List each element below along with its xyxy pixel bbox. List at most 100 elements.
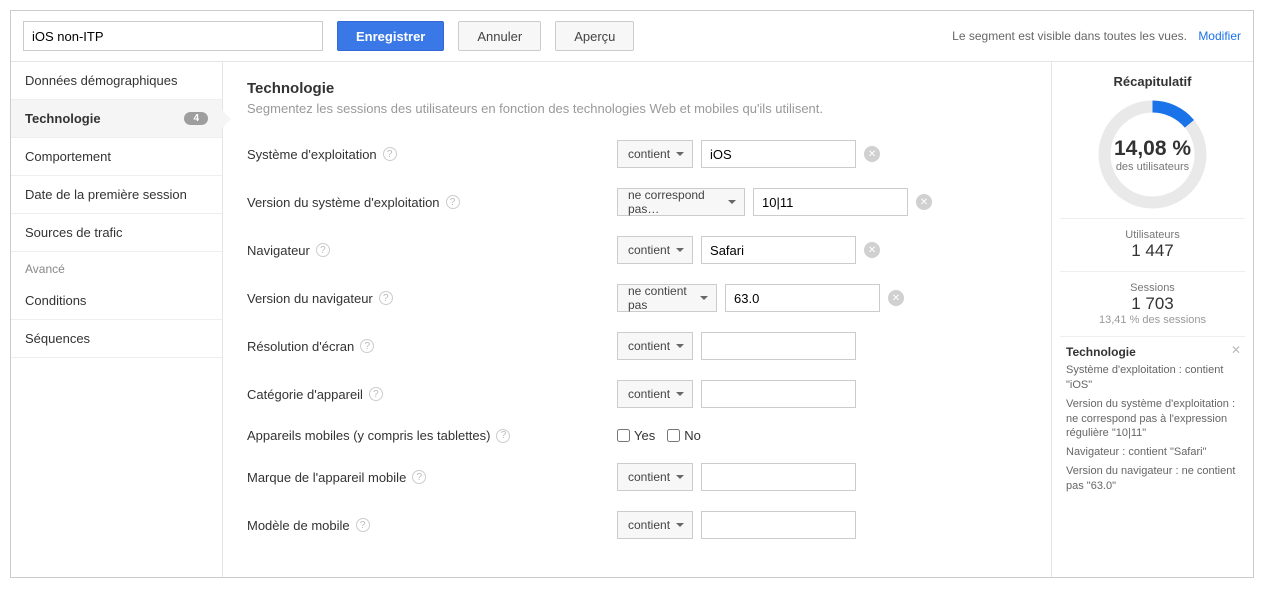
sidebar-group-advanced: Avancé bbox=[11, 252, 222, 282]
stat-label: Utilisateurs bbox=[1064, 229, 1241, 241]
sidebar-item-conditions[interactable]: Conditions bbox=[11, 282, 222, 320]
save-button[interactable]: Enregistrer bbox=[337, 21, 444, 51]
row-mobile-tablet: Appareils mobiles (y compris les tablett… bbox=[247, 428, 1027, 443]
op-select-device-cat[interactable]: contient bbox=[617, 380, 693, 408]
value-input-browser[interactable] bbox=[701, 236, 856, 264]
op-select-os-version[interactable]: ne correspond pas… bbox=[617, 188, 745, 216]
op-select-mobile-model[interactable]: contient bbox=[617, 511, 693, 539]
label-mobile-brand: Marque de l'appareil mobile bbox=[247, 470, 406, 485]
help-icon[interactable]: ? bbox=[496, 429, 510, 443]
row-mobile-brand: Marque de l'appareil mobile? contient bbox=[247, 463, 1027, 491]
value-input-mobile-model[interactable] bbox=[701, 511, 856, 539]
summary-pct: 14,08 % bbox=[1114, 137, 1191, 161]
value-input-mobile-brand[interactable] bbox=[701, 463, 856, 491]
filter-title: Technologie bbox=[1066, 345, 1239, 359]
row-screen-res: Résolution d'écran? contient bbox=[247, 332, 1027, 360]
visibility-label: Le segment est visible dans toutes les v… bbox=[952, 29, 1187, 43]
sidebar-item-first-session[interactable]: Date de la première session bbox=[11, 176, 222, 214]
stat-users: Utilisateurs 1 447 bbox=[1060, 218, 1245, 271]
segment-editor: Enregistrer Annuler Aperçu Le segment es… bbox=[10, 10, 1254, 578]
panel-subtitle: Segmentez les sessions des utilisateurs … bbox=[247, 101, 1027, 116]
summary-pct-label: des utilisateurs bbox=[1116, 161, 1189, 173]
help-icon[interactable]: ? bbox=[316, 243, 330, 257]
help-icon[interactable]: ? bbox=[446, 195, 460, 209]
row-os-version: Version du système d'exploitation? ne co… bbox=[247, 188, 1027, 216]
value-input-os-version[interactable] bbox=[753, 188, 908, 216]
help-icon[interactable]: ? bbox=[356, 518, 370, 532]
label-os-version: Version du système d'exploitation bbox=[247, 195, 440, 210]
checkbox-no-input[interactable] bbox=[667, 429, 680, 442]
op-select-browser[interactable]: contient bbox=[617, 236, 693, 264]
sidebar-item-label: Séquences bbox=[25, 331, 90, 346]
sidebar-item-label: Sources de trafic bbox=[25, 225, 123, 240]
op-select-browser-version[interactable]: ne contient pas bbox=[617, 284, 717, 312]
row-os: Système d'exploitation? contient ✕ bbox=[247, 140, 1027, 168]
value-input-browser-version[interactable] bbox=[725, 284, 880, 312]
checkbox-label: No bbox=[684, 428, 701, 443]
help-icon[interactable]: ? bbox=[360, 339, 374, 353]
sidebar-item-label: Date de la première session bbox=[25, 187, 187, 202]
sidebar-item-sequences[interactable]: Séquences bbox=[11, 320, 222, 358]
summary-donut: 14,08 % des utilisateurs bbox=[1095, 97, 1210, 212]
sidebar-item-label: Comportement bbox=[25, 149, 111, 164]
main-panel: Technologie Segmentez les sessions des u… bbox=[223, 62, 1051, 577]
op-select-mobile-brand[interactable]: contient bbox=[617, 463, 693, 491]
sidebar-item-behavior[interactable]: Comportement bbox=[11, 138, 222, 176]
sidebar-item-traffic[interactable]: Sources de trafic bbox=[11, 214, 222, 252]
summary-panel: Récapitulatif 14,08 % des utilisateurs U… bbox=[1051, 62, 1253, 577]
clear-icon[interactable]: ✕ bbox=[864, 242, 880, 258]
help-icon[interactable]: ? bbox=[369, 387, 383, 401]
modify-link[interactable]: Modifier bbox=[1198, 29, 1241, 43]
sidebar-badge: 4 bbox=[184, 112, 208, 125]
summary-title: Récapitulatif bbox=[1060, 74, 1245, 89]
close-icon[interactable]: ✕ bbox=[1231, 343, 1241, 357]
value-input-screen-res[interactable] bbox=[701, 332, 856, 360]
stat-sessions: Sessions 1 703 13,41 % des sessions bbox=[1060, 271, 1245, 336]
filter-line: Version du navigateur : ne contient pas … bbox=[1066, 464, 1239, 494]
sidebar-item-label: Technologie bbox=[25, 111, 101, 126]
label-mobile-tablet: Appareils mobiles (y compris les tablett… bbox=[247, 428, 490, 443]
checkbox-yes[interactable]: Yes bbox=[617, 428, 655, 443]
summary-filters: ✕ Technologie Système d'exploitation : c… bbox=[1060, 336, 1245, 506]
preview-button[interactable]: Aperçu bbox=[555, 21, 634, 51]
label-browser-version: Version du navigateur bbox=[247, 291, 373, 306]
row-mobile-model: Modèle de mobile? contient bbox=[247, 511, 1027, 539]
filter-line: Système d'exploitation : contient "iOS" bbox=[1066, 363, 1239, 393]
columns: Données démographiques Technologie 4 Comp… bbox=[11, 62, 1253, 577]
stat-label: Sessions bbox=[1064, 282, 1241, 294]
filter-line: Version du système d'exploitation : ne c… bbox=[1066, 397, 1239, 442]
op-select-os[interactable]: contient bbox=[617, 140, 693, 168]
sidebar-item-demographics[interactable]: Données démographiques bbox=[11, 62, 222, 100]
filter-line: Navigateur : contient "Safari" bbox=[1066, 445, 1239, 460]
visibility-text: Le segment est visible dans toutes les v… bbox=[952, 29, 1241, 43]
help-icon[interactable]: ? bbox=[383, 147, 397, 161]
sidebar-item-technology[interactable]: Technologie 4 bbox=[11, 100, 222, 138]
topbar: Enregistrer Annuler Aperçu Le segment es… bbox=[11, 11, 1253, 62]
label-os: Système d'exploitation bbox=[247, 147, 377, 162]
sidebar-item-label: Données démographiques bbox=[25, 73, 178, 88]
checkbox-label: Yes bbox=[634, 428, 655, 443]
row-browser: Navigateur? contient ✕ bbox=[247, 236, 1027, 264]
op-select-screen-res[interactable]: contient bbox=[617, 332, 693, 360]
label-mobile-model: Modèle de mobile bbox=[247, 518, 350, 533]
clear-icon[interactable]: ✕ bbox=[888, 290, 904, 306]
value-input-device-cat[interactable] bbox=[701, 380, 856, 408]
row-device-cat: Catégorie d'appareil? contient bbox=[247, 380, 1027, 408]
cancel-button[interactable]: Annuler bbox=[458, 21, 541, 51]
label-device-cat: Catégorie d'appareil bbox=[247, 387, 363, 402]
checkbox-no[interactable]: No bbox=[667, 428, 701, 443]
checkbox-yes-input[interactable] bbox=[617, 429, 630, 442]
label-browser: Navigateur bbox=[247, 243, 310, 258]
help-icon[interactable]: ? bbox=[412, 470, 426, 484]
help-icon[interactable]: ? bbox=[379, 291, 393, 305]
clear-icon[interactable]: ✕ bbox=[864, 146, 880, 162]
clear-icon[interactable]: ✕ bbox=[916, 194, 932, 210]
panel-title: Technologie bbox=[247, 80, 1027, 97]
value-input-os[interactable] bbox=[701, 140, 856, 168]
segment-name-input[interactable] bbox=[23, 21, 323, 51]
stat-sub: 13,41 % des sessions bbox=[1064, 314, 1241, 326]
sidebar: Données démographiques Technologie 4 Comp… bbox=[11, 62, 223, 577]
row-browser-version: Version du navigateur? ne contient pas ✕ bbox=[247, 284, 1027, 312]
stat-value: 1 447 bbox=[1064, 241, 1241, 261]
sidebar-item-label: Conditions bbox=[25, 293, 86, 308]
